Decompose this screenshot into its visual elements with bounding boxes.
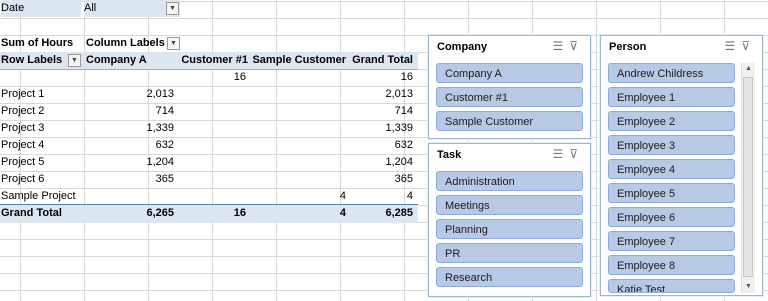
slicer-item[interactable]: Research: [436, 267, 583, 287]
pivot-value-cell: [250, 103, 346, 120]
grand-total-value: 16: [233, 207, 246, 219]
pivot-row-label: Project 2: [1, 105, 45, 117]
slicer-item[interactable]: Employee 3: [608, 135, 735, 155]
pivot-col-header: Customer #1: [181, 54, 248, 66]
person-slicer-scrollbar[interactable]: ▲ ▼: [741, 63, 755, 293]
pivot-row-label: Sample Project: [1, 190, 76, 202]
slicer-item[interactable]: Sample Customer: [436, 111, 583, 131]
row-filter-chevron-down-icon[interactable]: ▼: [68, 54, 81, 67]
clear-filter-icon[interactable]: ⊽: [569, 147, 584, 161]
slicer-item[interactable]: Employee 8: [608, 255, 735, 275]
grand-total-value: 6,265: [146, 207, 174, 219]
pivot-value-cell: [250, 120, 346, 137]
slicer-item[interactable]: Employee 6: [608, 207, 735, 227]
pivot-value-cell: 365: [155, 173, 174, 185]
report-filter-label: Date: [1, 0, 81, 17]
clear-filter-icon[interactable]: ⊽: [741, 39, 756, 53]
pivot-value-cell: 1,339: [385, 122, 413, 134]
slicer-item[interactable]: Andrew Childress: [608, 63, 735, 83]
slicer-item[interactable]: Planning: [436, 219, 583, 239]
pivot-value-cell: [250, 69, 346, 86]
pivot-value-cell: 1,204: [146, 156, 174, 168]
pivot-value-cell: 632: [394, 139, 413, 151]
slicer-item[interactable]: Employee 5: [608, 183, 735, 203]
column-filter-chevron-down-icon[interactable]: ▼: [167, 37, 180, 50]
pivot-value-cell: 714: [394, 105, 413, 117]
pivot-col-header: Company A: [86, 54, 147, 66]
pivot-value-cell: [100, 188, 174, 205]
slicer-item[interactable]: Katie Test: [608, 279, 735, 293]
pivot-value-cell: 2,013: [385, 88, 413, 100]
pivot-value-cell: [176, 188, 246, 205]
pivot-value-cell: 1,339: [146, 122, 174, 134]
multi-select-icon[interactable]: ☰: [552, 147, 569, 161]
scrollbar-thumb[interactable]: [743, 77, 753, 277]
scroll-up-icon[interactable]: ▲: [742, 63, 755, 75]
pivot-value-cell: [176, 86, 246, 103]
pivot-value-cell: [176, 154, 246, 171]
slicer-item[interactable]: Customer #1: [436, 87, 583, 107]
grand-total-value: 6,285: [385, 207, 413, 219]
slicer-item[interactable]: Employee 7: [608, 231, 735, 251]
slicer-title: Person: [609, 41, 647, 53]
scroll-down-icon[interactable]: ▼: [742, 281, 755, 293]
person-slicer[interactable]: Person ☰⊽ Andrew Childress Employee 1 Em…: [600, 35, 763, 296]
pivot-value-cell: [176, 120, 246, 137]
pivot-value-cell: 16: [400, 71, 413, 83]
pivot-value-cell: [250, 137, 346, 154]
task-slicer[interactable]: Task ☰⊽ Administration Meetings Planning…: [428, 143, 591, 297]
pivot-row-label: Project 4: [1, 139, 45, 151]
slicer-item[interactable]: Employee 1: [608, 87, 735, 107]
slicer-item[interactable]: Company A: [436, 63, 583, 83]
slicer-item[interactable]: Meetings: [436, 195, 583, 215]
pivot-measure-label: Sum of Hours: [1, 37, 74, 49]
pivot-row-label: Project 5: [1, 156, 45, 168]
pivot-value-cell: [176, 103, 246, 120]
pivot-row-label: Project 1: [1, 88, 45, 100]
slicer-title: Task: [437, 149, 462, 161]
slicer-title: Company: [437, 41, 488, 53]
chevron-down-icon[interactable]: ▼: [166, 2, 179, 15]
grand-total-label: Grand Total: [1, 207, 62, 219]
pivot-value-cell: [176, 171, 246, 188]
pivot-row-labels: Row Labels: [1, 54, 63, 66]
pivot-row-label: Project 6: [1, 173, 45, 185]
pivot-value-cell: [250, 86, 346, 103]
slicer-item[interactable]: Employee 2: [608, 111, 735, 131]
pivot-column-labels: Column Labels: [86, 37, 165, 49]
clear-filter-icon[interactable]: ⊽: [569, 39, 584, 53]
pivot-col-header: Sample Customer: [252, 54, 346, 66]
pivot-value-cell: 1,204: [385, 156, 413, 168]
pivot-value-cell: 632: [155, 139, 174, 151]
pivot-value-cell: 4: [406, 190, 413, 202]
company-slicer[interactable]: Company ☰⊽ Company A Customer #1 Sample …: [428, 35, 591, 139]
pivot-value-cell: [176, 137, 246, 154]
slicer-item[interactable]: PR: [436, 243, 583, 263]
pivot-value-cell: [100, 69, 174, 86]
slicer-item[interactable]: Employee 4: [608, 159, 735, 179]
pivot-value-cell: 2,013: [146, 88, 174, 100]
pivot-value-cell: 16: [233, 71, 246, 83]
pivot-value-cell: [250, 171, 346, 188]
grand-total-value: 4: [339, 207, 346, 219]
multi-select-icon[interactable]: ☰: [552, 39, 569, 53]
pivot-row-label: Project 3: [1, 122, 45, 134]
pivot-value-cell: 4: [339, 190, 346, 202]
pivot-col-header: Grand Total: [352, 54, 413, 66]
pivot-value-cell: [250, 154, 346, 171]
multi-select-icon[interactable]: ☰: [724, 39, 741, 53]
slicer-item[interactable]: Administration: [436, 171, 583, 191]
pivot-value-cell: 714: [155, 105, 174, 117]
pivot-value-cell: 365: [394, 173, 413, 185]
